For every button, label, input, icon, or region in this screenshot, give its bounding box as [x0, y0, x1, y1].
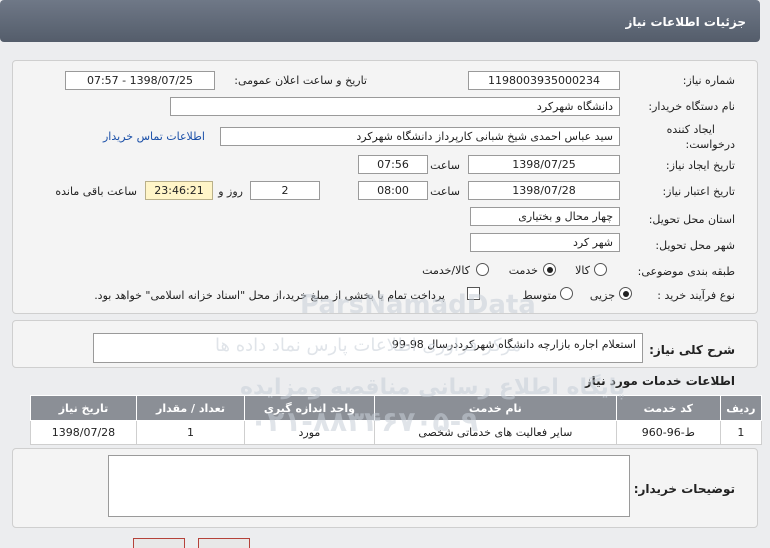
summary-field: استعلام اجاره بازارچه دانشگاه شهرکرددرسا…	[93, 333, 643, 363]
category-service-radio[interactable]	[543, 263, 556, 276]
process-medium-radio[interactable]	[560, 287, 573, 300]
cell-need-date: 1398/07/28	[30, 420, 137, 445]
validity-date-label: تاریخ اعتبار نیاز:	[662, 185, 735, 198]
page-header: جزئیات اطلاعات نیاز	[0, 0, 760, 42]
need-number-field: 1198003935000234	[468, 71, 620, 90]
col-need-date: تاریخ نیاز	[30, 395, 137, 421]
process-minor-radio[interactable]	[619, 287, 632, 300]
treasury-payment-note: پرداخت تمام یا بخشی از مبلغ خرید،از محل …	[94, 289, 445, 302]
services-table-header: ردیف کد خدمت نام خدمت واحد اندازه گیری ت…	[30, 395, 763, 421]
treasury-payment-checkbox[interactable]	[467, 287, 480, 300]
process-medium-label: متوسط	[522, 289, 557, 302]
cell-service-code: ط-96-960	[615, 420, 721, 445]
remaining-days-field: 2	[250, 181, 320, 200]
creator-label-line1: ایجاد کننده	[666, 123, 715, 136]
col-quantity: تعداد / مقدار	[135, 395, 246, 421]
announce-datetime-field: 1398/07/25 - 07:57	[65, 71, 215, 90]
process-minor-label: جزیی	[589, 289, 615, 302]
page-title: جزئیات اطلاعات نیاز	[625, 15, 746, 29]
buyer-notes-label: توضیحات خریدار:	[633, 482, 735, 496]
validity-date-field: 1398/07/28	[468, 181, 620, 200]
category-goods-radio[interactable]	[594, 263, 607, 276]
col-unit: واحد اندازه گیری	[244, 395, 375, 421]
services-title: اطلاعات خدمات مورد نیاز	[584, 374, 735, 388]
city-field: شهر کرد	[470, 233, 620, 252]
remaining-time-field: 23:46:21	[145, 181, 213, 200]
city-label: شهر محل تحویل:	[655, 239, 735, 252]
col-service-code: کد خدمت	[615, 395, 721, 421]
category-service-label: خدمت	[508, 264, 538, 277]
cell-service-name: سایر فعالیت های خدماتی شخصی	[373, 420, 617, 445]
created-date-label: تاریخ ایجاد نیاز:	[665, 159, 735, 172]
created-time-field: 07:56	[358, 155, 428, 174]
announce-datetime-label: تاریخ و ساعت اعلان عمومی:	[234, 74, 367, 87]
category-goods-service-radio[interactable]	[476, 263, 489, 276]
remaining-time-label: ساعت باقی مانده	[55, 185, 137, 198]
category-label: طبقه بندی موضوعی:	[637, 265, 735, 278]
cell-quantity: 1	[135, 420, 246, 445]
validity-time-field: 08:00	[358, 181, 428, 200]
province-label: استان محل تحویل:	[648, 213, 735, 226]
creator-field: سید عباس احمدی شیخ شبانی کارپرداز دانشگا…	[220, 127, 620, 146]
days-label: روز و	[218, 185, 243, 198]
process-label: نوع فرآیند خرید :	[657, 289, 735, 302]
need-number-label: شماره نیاز:	[682, 74, 735, 87]
buyer-org-label: نام دستگاه خریدار:	[648, 100, 735, 113]
buyer-contact-link[interactable]: اطلاعات تماس خریدار	[103, 130, 205, 143]
category-goods-service-label: کالا/خدمت	[422, 264, 470, 277]
table-row: 1 ط-96-960 سایر فعالیت های خدماتی شخصی م…	[30, 420, 763, 445]
col-row-number: ردیف	[719, 395, 763, 421]
services-table: ردیف کد خدمت نام خدمت واحد اندازه گیری ت…	[30, 395, 763, 445]
created-date-field: 1398/07/25	[468, 155, 620, 174]
cell-row-number: 1	[719, 420, 763, 445]
created-time-label: ساعت	[430, 159, 460, 172]
summary-label: شرح کلی نیاز:	[649, 343, 735, 357]
col-service-name: نام خدمت	[373, 395, 617, 421]
category-goods-label: کالا	[575, 264, 590, 277]
validity-time-label: ساعت	[430, 185, 460, 198]
bottom-button-2[interactable]	[198, 538, 250, 548]
cell-unit: مورد	[244, 420, 375, 445]
bottom-button-1[interactable]	[133, 538, 185, 548]
buyer-notes-field	[108, 455, 630, 517]
buyer-org-field: دانشگاه شهرکرد	[170, 97, 620, 116]
province-field: چهار محال و بختیاری	[470, 207, 620, 226]
creator-label-line2: درخواست:	[685, 138, 735, 151]
